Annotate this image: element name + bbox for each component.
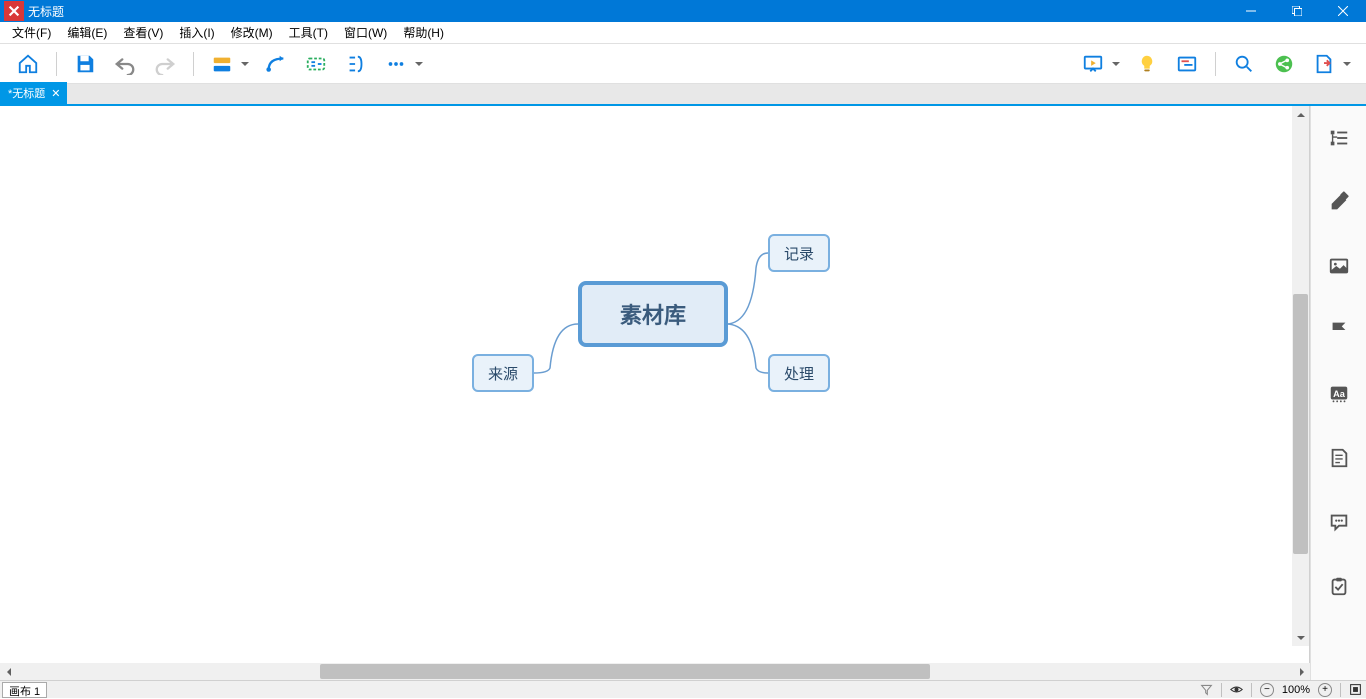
- scroll-thumb[interactable]: [1293, 294, 1308, 554]
- menu-tools[interactable]: 工具(T): [281, 22, 336, 43]
- vertical-scrollbar[interactable]: [1292, 106, 1309, 646]
- maximize-button[interactable]: [1274, 0, 1320, 22]
- child-topic-left[interactable]: 来源: [472, 354, 534, 392]
- redo-button[interactable]: [149, 48, 181, 80]
- search-button[interactable]: [1228, 48, 1260, 80]
- menu-modify[interactable]: 修改(M): [223, 22, 281, 43]
- menu-edit[interactable]: 编辑(E): [59, 22, 115, 43]
- menu-insert[interactable]: 插入(I): [171, 22, 222, 43]
- topic-button[interactable]: [206, 48, 238, 80]
- separator: [56, 52, 57, 76]
- gantt-button[interactable]: [1171, 48, 1203, 80]
- relation-button[interactable]: [260, 48, 292, 80]
- boundary-button[interactable]: [300, 48, 332, 80]
- child-topic-label: 处理: [784, 363, 814, 384]
- sidebar-right: Aa: [1310, 106, 1366, 680]
- central-topic-label: 素材库: [620, 298, 686, 330]
- mindmap-connectors: [0, 106, 1290, 663]
- separator: [193, 52, 194, 76]
- visibility-icon[interactable]: [1226, 683, 1247, 696]
- scroll-right-icon[interactable]: [1293, 663, 1310, 680]
- marker-icon[interactable]: [1325, 316, 1353, 344]
- tabbar: *无标题 ✕: [0, 84, 1366, 106]
- topic-dropdown[interactable]: [240, 60, 250, 68]
- filter-icon[interactable]: [1196, 683, 1217, 696]
- central-topic[interactable]: 素材库: [578, 281, 728, 347]
- window-title: 无标题: [28, 3, 1228, 20]
- task-icon[interactable]: [1325, 572, 1353, 600]
- scroll-left-icon[interactable]: [0, 663, 17, 680]
- undo-button[interactable]: [109, 48, 141, 80]
- zoom-out-button[interactable]: −: [1260, 683, 1274, 697]
- close-button[interactable]: [1320, 0, 1366, 22]
- child-topic-bottom-right[interactable]: 处理: [768, 354, 830, 392]
- child-topic-label: 来源: [488, 363, 518, 384]
- menu-help[interactable]: 帮助(H): [395, 22, 452, 43]
- menu-view[interactable]: 查看(V): [115, 22, 171, 43]
- share-button[interactable]: [1268, 48, 1300, 80]
- notes-icon[interactable]: [1325, 444, 1353, 472]
- tab-close-icon[interactable]: ✕: [51, 87, 60, 100]
- canvas[interactable]: 素材库 记录 处理 来源: [0, 106, 1310, 663]
- more-button[interactable]: [380, 48, 412, 80]
- summary-button[interactable]: [340, 48, 372, 80]
- menu-window[interactable]: 窗口(W): [336, 22, 395, 43]
- sheet-tab[interactable]: 画布 1: [2, 682, 47, 698]
- outline-icon[interactable]: [1325, 124, 1353, 152]
- scroll-down-icon[interactable]: [1292, 629, 1309, 646]
- zoom-level[interactable]: 100%: [1278, 684, 1314, 696]
- minimize-button[interactable]: [1228, 0, 1274, 22]
- svg-text:Aa: Aa: [1333, 389, 1346, 399]
- image-icon[interactable]: [1325, 252, 1353, 280]
- statusbar: 画布 1 − 100% +: [0, 680, 1366, 698]
- save-button[interactable]: [69, 48, 101, 80]
- toolbar: [0, 44, 1366, 84]
- more-dropdown[interactable]: [414, 60, 424, 68]
- menubar: 文件(F) 编辑(E) 查看(V) 插入(I) 修改(M) 工具(T) 窗口(W…: [0, 22, 1366, 44]
- presentation-dropdown[interactable]: [1111, 60, 1121, 68]
- export-dropdown[interactable]: [1342, 60, 1352, 68]
- zoom-in-button[interactable]: +: [1318, 683, 1332, 697]
- presentation-button[interactable]: [1077, 48, 1109, 80]
- scroll-up-icon[interactable]: [1292, 106, 1309, 123]
- horizontal-scrollbar[interactable]: [0, 663, 1310, 680]
- scroll-thumb[interactable]: [320, 664, 930, 679]
- comments-icon[interactable]: [1325, 508, 1353, 536]
- titlebar: 无标题: [0, 0, 1366, 22]
- menu-file[interactable]: 文件(F): [4, 22, 59, 43]
- app-icon: [4, 1, 24, 21]
- format-icon[interactable]: [1325, 188, 1353, 216]
- home-button[interactable]: [12, 48, 44, 80]
- separator: [1215, 52, 1216, 76]
- export-button[interactable]: [1308, 48, 1340, 80]
- fit-icon[interactable]: [1345, 683, 1366, 696]
- idea-button[interactable]: [1131, 48, 1163, 80]
- document-tab[interactable]: *无标题 ✕: [0, 82, 67, 104]
- child-topic-label: 记录: [784, 243, 814, 264]
- font-icon[interactable]: Aa: [1325, 380, 1353, 408]
- child-topic-top-right[interactable]: 记录: [768, 234, 830, 272]
- tab-label: *无标题: [8, 85, 45, 101]
